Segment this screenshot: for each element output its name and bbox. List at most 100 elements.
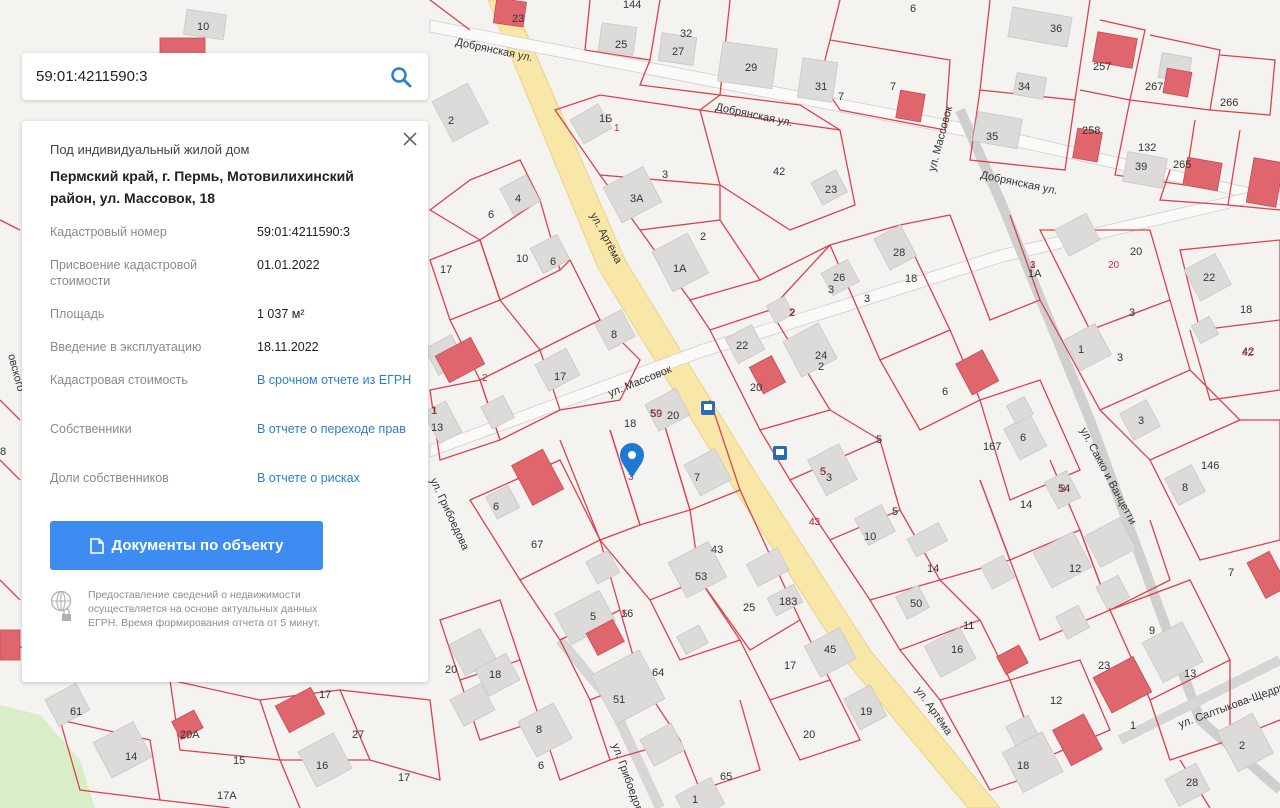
svg-text:43: 43 [809,517,821,528]
svg-text:6: 6 [493,501,499,513]
svg-text:17: 17 [554,371,566,383]
svg-text:59: 59 [651,409,663,420]
documents-button[interactable]: Документы по объекту [50,521,323,570]
svg-text:29: 29 [745,62,757,74]
bus-stop-icon[interactable] [773,446,787,460]
svg-text:3: 3 [826,472,832,484]
svg-text:2: 2 [1239,740,1245,752]
svg-text:18: 18 [1240,304,1252,316]
row-label: Кадастровая стоимость [50,373,188,387]
svg-text:1: 1 [614,123,620,134]
svg-text:39: 39 [1135,161,1147,173]
svg-text:18: 18 [1017,760,1029,772]
svg-text:20: 20 [750,382,762,394]
svg-text:1: 1 [692,794,698,806]
svg-text:20: 20 [445,664,457,676]
svg-text:64: 64 [652,667,664,679]
svg-text:13: 13 [1184,668,1196,680]
svg-text:12: 12 [1069,563,1081,575]
property-address: Пермский край, г. Пермь, Мотовилихинский… [50,168,354,206]
svg-text:36: 36 [1050,23,1062,35]
property-info-card: Под индивидуальный жилой дом Пермский кр… [22,121,428,682]
row-label: Присвоение кадастровой стоимости [50,258,198,288]
svg-text:4: 4 [515,193,521,205]
row-value: 59:01:4211590:3 [257,225,350,239]
svg-text:35: 35 [986,131,998,143]
svg-text:132: 132 [1138,142,1156,154]
svg-text:10: 10 [516,253,528,265]
svg-text:12: 12 [1050,695,1062,707]
svg-text:17: 17 [784,660,796,672]
svg-text:25: 25 [615,39,627,51]
svg-text:144: 144 [623,0,641,11]
svg-text:3: 3 [1129,307,1135,319]
svg-text:31: 31 [815,81,827,93]
svg-text:1: 1 [1078,344,1084,356]
svg-text:42: 42 [773,166,785,178]
svg-text:7: 7 [838,91,844,103]
svg-text:16: 16 [316,760,328,772]
svg-text:27: 27 [352,729,364,741]
svg-text:13: 13 [431,422,443,434]
registry-globe-lock-icon [50,590,72,621]
svg-text:7: 7 [890,81,896,93]
svg-text:15: 15 [233,755,245,767]
svg-text:3: 3 [1138,415,1144,427]
svg-text:5: 5 [622,609,628,620]
svg-text:8: 8 [1060,484,1066,495]
svg-text:18: 18 [489,669,501,681]
svg-text:3А: 3А [630,193,644,205]
svg-text:65: 65 [720,771,732,783]
svg-text:9: 9 [1149,625,1155,637]
svg-text:5: 5 [892,506,898,518]
svg-text:34: 34 [1018,81,1030,93]
svg-text:14: 14 [1020,499,1032,511]
svg-text:8: 8 [1182,482,1188,494]
svg-text:258: 258 [1082,125,1100,137]
row-value: 01.01.2022 [257,258,320,272]
row-label: Доли собственников [50,471,169,485]
svg-text:20: 20 [803,729,815,741]
svg-text:257: 257 [1093,61,1111,73]
svg-text:2: 2 [448,115,454,127]
svg-text:17: 17 [319,689,331,701]
svg-text:10: 10 [864,531,876,543]
svg-text:3: 3 [828,284,834,296]
risk-report-link[interactable]: В отчете о рисках [257,470,427,486]
svg-text:16: 16 [951,644,963,656]
row-value: 18.11.2022 [257,340,319,354]
svg-text:61: 61 [70,706,82,718]
search-icon[interactable] [390,66,412,88]
svg-text:6: 6 [550,256,556,268]
svg-text:45: 45 [824,644,836,656]
svg-text:167: 167 [983,441,1001,453]
search-input[interactable] [34,67,378,86]
svg-text:3: 3 [662,169,668,181]
row-label: Собственники [50,422,132,436]
svg-text:5: 5 [876,434,882,446]
svg-text:25: 25 [743,602,755,614]
bus-stop-icon[interactable] [701,401,715,415]
svg-text:6: 6 [538,760,544,772]
ownership-transfer-report-link[interactable]: В отчете о переходе прав [257,421,427,437]
report-note: Предоставление сведений о недвижимости о… [88,589,320,629]
svg-text:51: 51 [613,694,625,706]
svg-text:53: 53 [695,571,707,583]
svg-text:22: 22 [736,340,748,352]
svg-text:18: 18 [905,273,917,285]
svg-text:5: 5 [590,611,596,623]
document-icon [89,537,104,554]
svg-text:20: 20 [1108,260,1120,271]
svg-text:8: 8 [0,446,6,458]
svg-text:3: 3 [1030,260,1036,271]
svg-text:32: 32 [680,28,692,40]
urgent-report-link[interactable]: В срочном отчете из ЕГРН [257,372,427,388]
svg-text:14: 14 [927,563,939,575]
svg-text:266: 266 [1220,97,1238,109]
svg-text:6: 6 [1020,432,1026,444]
svg-text:27: 27 [180,731,192,742]
svg-text:265: 265 [1173,159,1191,171]
search-bar [22,53,428,100]
svg-text:20: 20 [1130,246,1142,258]
close-icon[interactable] [400,129,420,149]
